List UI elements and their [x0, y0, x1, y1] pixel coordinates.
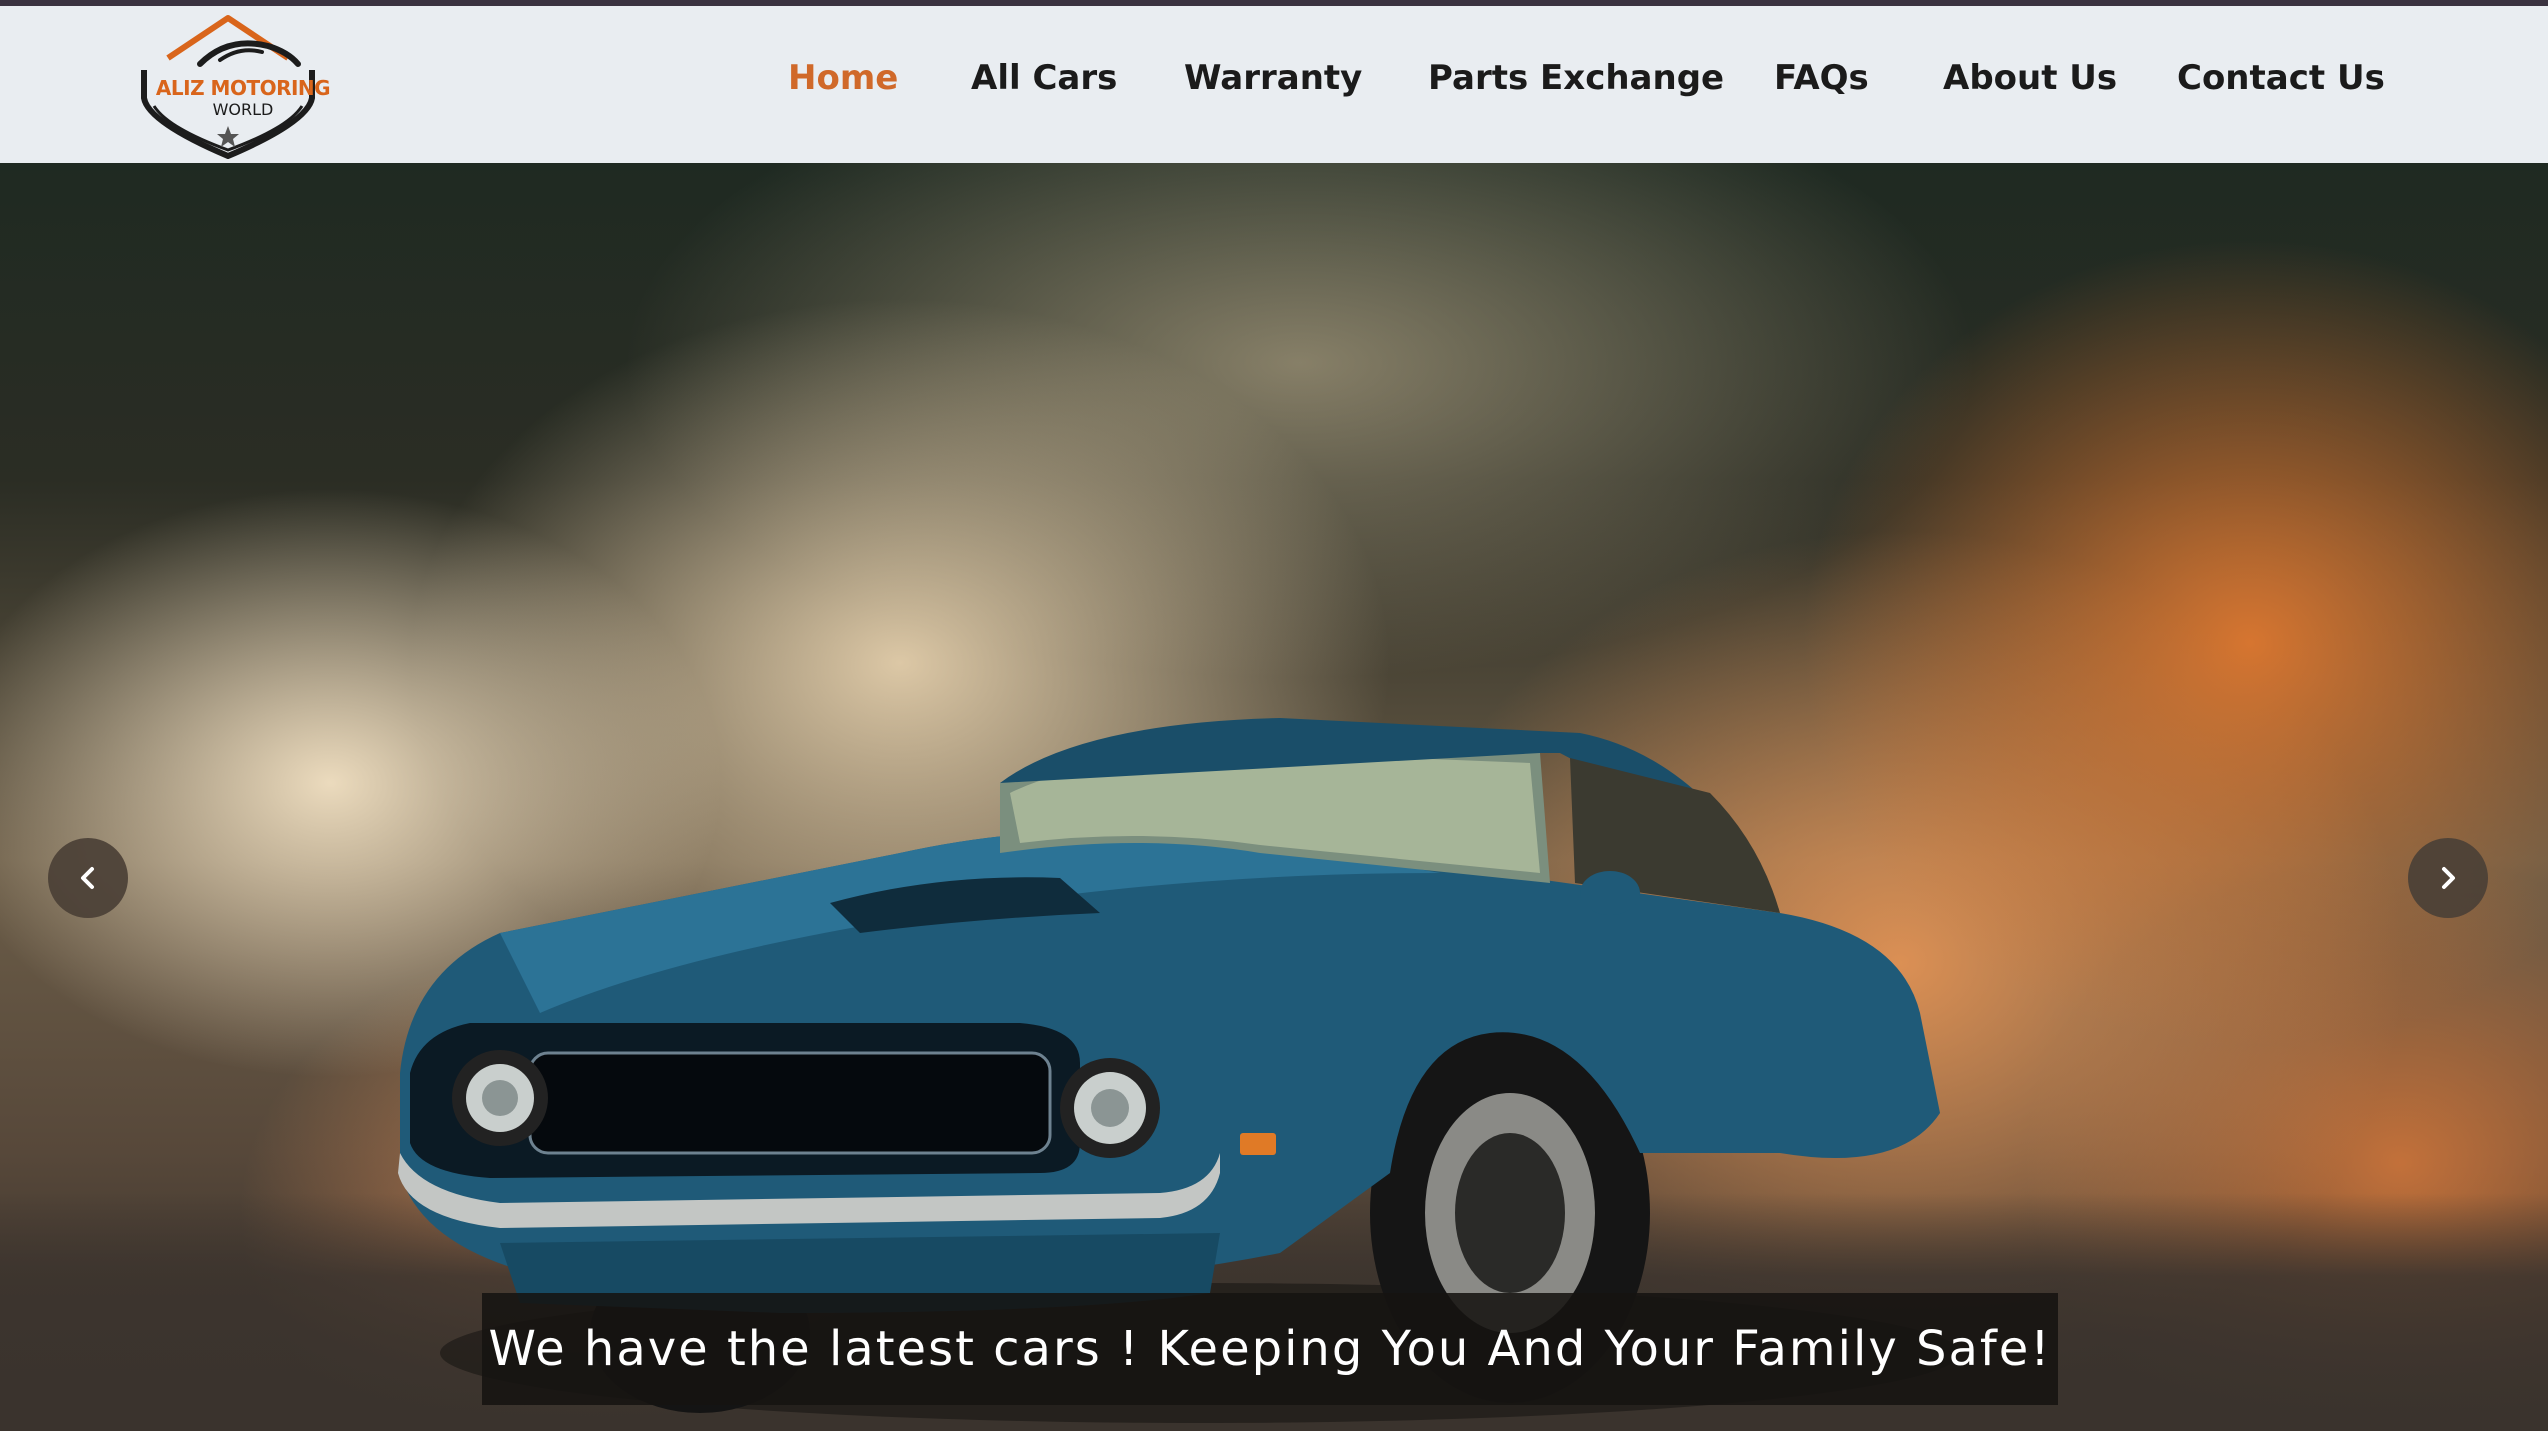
hero-carousel: We have the latest cars ! Keeping You An… — [0, 163, 2548, 1431]
logo-brand-text: ALIZ MOTORING — [155, 76, 331, 100]
chevron-left-icon — [81, 867, 94, 889]
site-logo[interactable]: ALIZ MOTORING WORLD — [128, 10, 358, 160]
nav-all-cars[interactable]: All Cars — [971, 58, 1117, 98]
nav-warranty[interactable]: Warranty — [1184, 58, 1362, 98]
hero-caption-text: We have the latest cars ! Keeping You An… — [488, 1321, 2052, 1377]
chevron-right-icon — [2442, 867, 2455, 889]
nav-faqs[interactable]: FAQs — [1774, 58, 1869, 98]
nav-parts-exchange[interactable]: Parts Exchange — [1428, 58, 1724, 98]
carousel-prev-button[interactable] — [48, 838, 128, 918]
nav-home[interactable]: Home — [788, 58, 898, 98]
site-header: ALIZ MOTORING WORLD Home All Cars Warran… — [0, 6, 2548, 163]
logo-subtext: WORLD — [212, 100, 274, 119]
nav-contact-us[interactable]: Contact Us — [2177, 58, 2385, 98]
nav-about-us[interactable]: About Us — [1943, 58, 2117, 98]
carousel-next-button[interactable] — [2408, 838, 2488, 918]
hero-caption: We have the latest cars ! Keeping You An… — [482, 1293, 2058, 1405]
